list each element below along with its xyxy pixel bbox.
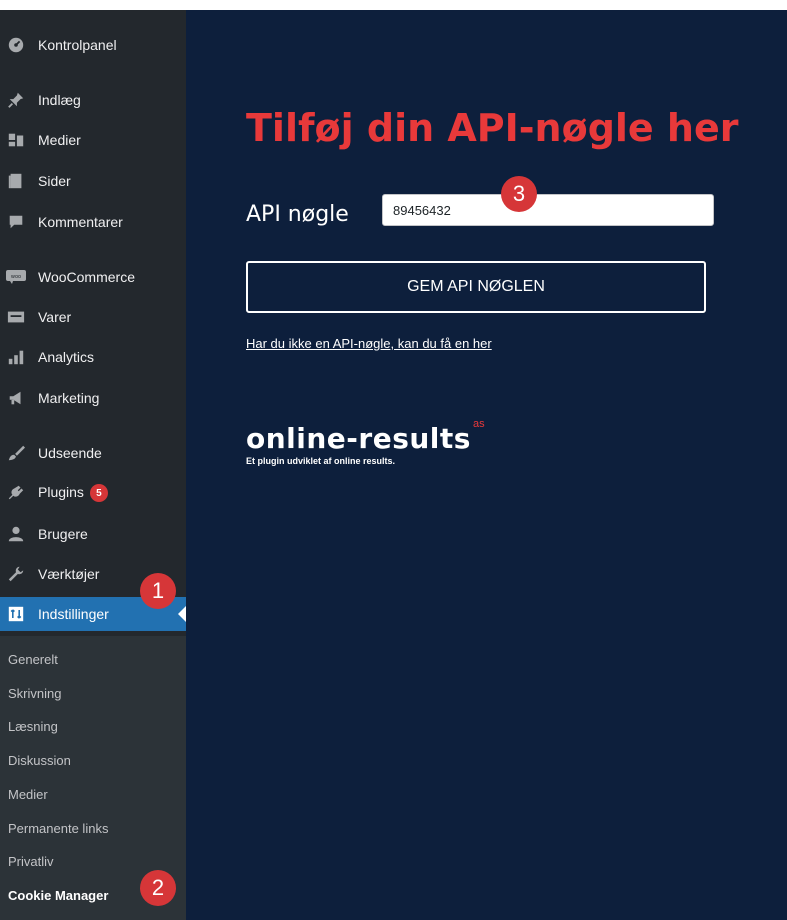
step-marker-1: 1 [140,573,176,609]
plugin-icon [6,483,26,503]
analytics-icon [6,347,26,367]
sidebar-item-plugins[interactable]: Plugins 5 [0,476,186,510]
api-key-input[interactable] [382,194,714,226]
users-icon [6,524,26,544]
settings-icon [6,604,26,624]
brush-icon [6,443,26,463]
sidebar-item-label: Kontrolpanel [38,37,117,53]
submenu-item-cookie-manager[interactable]: Cookie Manager [8,888,108,903]
sidebar-item-label: Brugere [38,526,88,542]
submenu-item-skrivning[interactable]: Skrivning [8,686,61,701]
products-icon [6,307,26,327]
submenu-item-medier[interactable]: Medier [8,787,48,802]
submenu-item-generelt[interactable]: Generelt [8,652,58,667]
logo-wordmark: online-results [246,422,471,455]
media-icon [6,130,26,150]
sidebar-item-varer[interactable]: Varer [0,300,186,334]
sidebar-item-brugere[interactable]: Brugere [0,517,186,551]
page-icon [6,171,26,191]
sidebar-item-label: Kommentarer [38,214,123,230]
sidebar-item-woocommerce[interactable]: woo WooCommerce [0,260,186,294]
submenu-item-laesning[interactable]: Læsning [8,719,58,734]
submenu-item-permanente-links[interactable]: Permanente links [8,821,108,836]
comment-icon [6,212,26,232]
step-marker-2: 2 [140,870,176,906]
plugins-label: Plugins [38,483,84,500]
sidebar-item-label: WooCommerce [38,269,135,285]
sidebar-item-medier[interactable]: Medier [0,123,186,157]
sidebar-item-label: Varer [38,309,72,325]
sidebar-item-label: Udseende [38,445,102,461]
logo-tagline: Et plugin udviklet af online results. [246,456,396,466]
api-key-label: API nøgle [246,202,349,227]
sidebar-item-label: Analytics [38,349,95,365]
sidebar-item-label: Indlæg [38,92,81,108]
get-api-key-link[interactable]: Har du ikke en API-nøgle, kan du få en h… [246,336,492,351]
page-title: Tilføj din API-nøgle her [246,106,739,150]
active-indicator-arrow [178,606,186,622]
submenu-item-diskussion[interactable]: Diskussion [8,753,71,768]
update-count-badge: 5 [89,484,108,503]
sidebar-item-label: Medier [38,132,81,148]
dashboard-icon [6,35,26,55]
submenu-item-privatliv[interactable]: Privatliv [8,854,54,869]
sidebar-item-label: Værktøjer [38,566,100,582]
admin-sidebar: Kontrolpanel Indlæg Medier Sider Komment… [0,10,186,920]
plugin-settings-panel: Tilføj din API-nøgle her API nøgle GEM A… [186,10,787,920]
sidebar-item-marketing[interactable]: Marketing [0,381,186,415]
woocommerce-icon: woo [6,267,26,287]
sidebar-item-udseende[interactable]: Udseende [0,436,186,470]
wrench-icon [6,564,26,584]
sidebar-item-sider[interactable]: Sider [0,164,186,198]
sidebar-item-label: Sider [38,173,71,189]
sidebar-item-label: Indstillinger [38,606,109,622]
sidebar-item-indlaeg[interactable]: Indlæg [0,83,186,117]
save-api-key-button[interactable]: GEM API NØGLEN [246,261,706,313]
pin-icon [6,90,26,110]
megaphone-icon [6,388,26,408]
svg-text:woo: woo [11,274,21,280]
sidebar-item-label: Plugins 5 [38,483,108,503]
sidebar-item-kontrolpanel[interactable]: Kontrolpanel [0,28,186,62]
step-marker-3: 3 [501,176,537,212]
online-results-logo: online-results as Et plugin udviklet af o… [246,418,485,466]
logo-suffix: as [472,418,485,430]
sidebar-item-label: Marketing [38,390,100,406]
sidebar-item-kommentarer[interactable]: Kommentarer [0,205,186,239]
sidebar-item-analytics[interactable]: Analytics [0,340,186,374]
